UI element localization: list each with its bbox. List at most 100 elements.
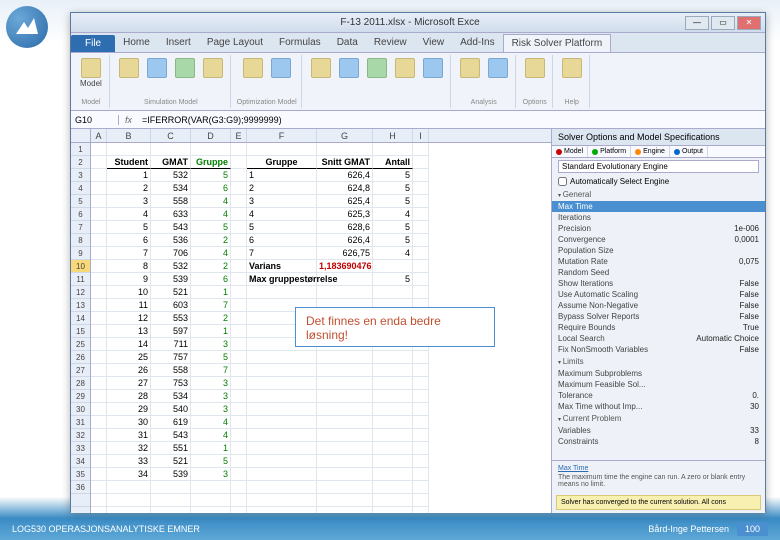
- pane-row[interactable]: Require BoundsTrue: [552, 322, 765, 333]
- cell[interactable]: [413, 507, 429, 513]
- cell[interactable]: [91, 156, 107, 169]
- cell[interactable]: 539: [151, 468, 191, 481]
- pane-row[interactable]: Local SearchAutomatic Choice: [552, 333, 765, 344]
- cell[interactable]: [413, 156, 429, 169]
- cell[interactable]: [231, 286, 247, 299]
- cell[interactable]: [231, 208, 247, 221]
- cell[interactable]: [373, 364, 413, 377]
- cell[interactable]: [91, 468, 107, 481]
- cell[interactable]: 1: [191, 325, 231, 338]
- cell[interactable]: 5: [373, 273, 413, 286]
- cell[interactable]: 1: [107, 169, 151, 182]
- cell[interactable]: [231, 156, 247, 169]
- tab-home[interactable]: Home: [115, 34, 158, 52]
- cell[interactable]: [247, 286, 317, 299]
- tab-risk-solver-platform[interactable]: Risk Solver Platform: [503, 34, 612, 52]
- row-header[interactable]: 1: [71, 143, 90, 156]
- row-header[interactable]: [71, 494, 90, 507]
- help-title[interactable]: Max Time: [558, 465, 759, 472]
- cell[interactable]: 521: [151, 286, 191, 299]
- cell[interactable]: 9: [107, 273, 151, 286]
- pane-tab-engine[interactable]: Engine: [631, 146, 670, 157]
- cell[interactable]: [247, 481, 317, 494]
- cell[interactable]: [231, 195, 247, 208]
- col-header[interactable]: A: [91, 129, 107, 142]
- cell[interactable]: [107, 494, 151, 507]
- cell[interactable]: [373, 260, 413, 273]
- cell[interactable]: 603: [151, 299, 191, 312]
- cell[interactable]: 13: [107, 325, 151, 338]
- cell[interactable]: 558: [151, 364, 191, 377]
- cell[interactable]: 597: [151, 325, 191, 338]
- pane-tab-model[interactable]: Model: [552, 146, 588, 157]
- cell[interactable]: [317, 390, 373, 403]
- cell[interactable]: [413, 273, 429, 286]
- cell[interactable]: Gruppe: [247, 156, 317, 169]
- cell[interactable]: 5: [247, 221, 317, 234]
- cell[interactable]: [373, 286, 413, 299]
- cell[interactable]: [91, 143, 107, 156]
- cell[interactable]: [317, 377, 373, 390]
- cell[interactable]: 551: [151, 442, 191, 455]
- cell[interactable]: [91, 169, 107, 182]
- cell[interactable]: 4: [191, 195, 231, 208]
- cell[interactable]: [317, 143, 373, 156]
- cell[interactable]: [317, 416, 373, 429]
- cell[interactable]: [317, 351, 373, 364]
- cell[interactable]: 2: [191, 234, 231, 247]
- cell[interactable]: 2: [191, 312, 231, 325]
- cell[interactable]: [231, 494, 247, 507]
- pane-row[interactable]: Use Automatic ScalingFalse: [552, 289, 765, 300]
- cell[interactable]: [91, 299, 107, 312]
- col-header[interactable]: I: [413, 129, 429, 142]
- cell[interactable]: 534: [151, 182, 191, 195]
- section-limits[interactable]: Limits: [552, 355, 765, 368]
- cell[interactable]: [247, 494, 317, 507]
- cell[interactable]: [247, 442, 317, 455]
- cell[interactable]: [231, 247, 247, 260]
- cell[interactable]: [247, 403, 317, 416]
- cell[interactable]: [247, 377, 317, 390]
- row-header[interactable]: 12: [71, 286, 90, 299]
- tab-formulas[interactable]: Formulas: [271, 34, 329, 52]
- cell[interactable]: [413, 286, 429, 299]
- cell[interactable]: 3: [191, 468, 231, 481]
- cell[interactable]: [413, 455, 429, 468]
- cell[interactable]: 6: [107, 234, 151, 247]
- cell[interactable]: [231, 325, 247, 338]
- tab-view[interactable]: View: [415, 34, 453, 52]
- cell[interactable]: [231, 377, 247, 390]
- cell[interactable]: [91, 507, 107, 513]
- cell[interactable]: 4: [191, 247, 231, 260]
- cell[interactable]: 14: [107, 338, 151, 351]
- cell[interactable]: 34: [107, 468, 151, 481]
- cell[interactable]: 540: [151, 403, 191, 416]
- cell[interactable]: 626,4: [317, 169, 373, 182]
- row-header[interactable]: 30: [71, 403, 90, 416]
- cell[interactable]: 1: [191, 286, 231, 299]
- cell[interactable]: [413, 247, 429, 260]
- cell[interactable]: [91, 481, 107, 494]
- section-general[interactable]: General: [552, 188, 765, 201]
- cell[interactable]: Gruppe: [191, 156, 231, 169]
- pane-row[interactable]: Maximum Subproblems: [552, 368, 765, 379]
- cell[interactable]: 3: [191, 338, 231, 351]
- cell[interactable]: [317, 481, 373, 494]
- cell[interactable]: 5: [373, 169, 413, 182]
- cell[interactable]: 30: [107, 416, 151, 429]
- auto-engine-checkbox[interactable]: [558, 177, 567, 186]
- cell[interactable]: [413, 390, 429, 403]
- cell[interactable]: [231, 143, 247, 156]
- tab-insert[interactable]: Insert: [158, 34, 199, 52]
- cell[interactable]: [91, 234, 107, 247]
- cell[interactable]: 5: [373, 195, 413, 208]
- cell[interactable]: [373, 429, 413, 442]
- cell[interactable]: 536: [151, 234, 191, 247]
- cell[interactable]: [231, 234, 247, 247]
- cell[interactable]: [373, 494, 413, 507]
- cell[interactable]: [317, 494, 373, 507]
- cell[interactable]: 626,75: [317, 247, 373, 260]
- cell[interactable]: [373, 416, 413, 429]
- ribbon-button[interactable]: [336, 57, 362, 80]
- row-header[interactable]: 3: [71, 169, 90, 182]
